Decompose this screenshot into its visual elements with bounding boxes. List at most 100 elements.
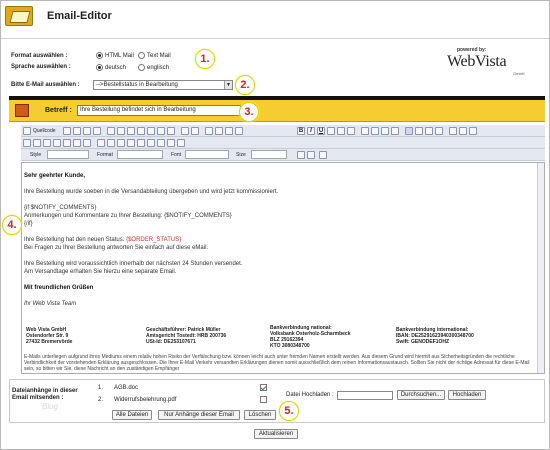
format-select[interactable] bbox=[117, 150, 163, 159]
align-justify-icon[interactable] bbox=[435, 127, 443, 135]
help-icon[interactable] bbox=[319, 151, 327, 159]
select-field-icon[interactable] bbox=[147, 139, 155, 147]
underline-icon[interactable]: U bbox=[317, 127, 325, 135]
upload-button[interactable]: Hochladen bbox=[448, 390, 486, 400]
style-select[interactable] bbox=[47, 150, 89, 159]
delete-button[interactable]: Löschen bbox=[244, 410, 276, 420]
language-englisch-radio[interactable] bbox=[138, 64, 145, 73]
text-color-icon[interactable] bbox=[297, 151, 305, 159]
style-label: Style bbox=[30, 152, 42, 158]
email-editor-window: Email-Editor Format auswählen : HTML Mai… bbox=[0, 0, 550, 450]
background-color-icon[interactable] bbox=[307, 151, 315, 159]
all-files-button[interactable]: Alle Dateien bbox=[112, 410, 152, 420]
align-center-icon[interactable] bbox=[415, 127, 423, 135]
horizontal-rule-icon[interactable] bbox=[53, 139, 61, 147]
if-close: {/if} bbox=[24, 221, 33, 227]
radio-icon[interactable] bbox=[117, 139, 125, 147]
regards: Mit freundlichen Grüßen bbox=[24, 285, 94, 291]
image-icon[interactable] bbox=[23, 139, 31, 147]
paste-word-icon[interactable] bbox=[147, 127, 155, 135]
paste-text-icon[interactable] bbox=[137, 127, 145, 135]
editor-content-area[interactable]: Sehr geehrter Kunde, Ihre Bestellung wur… bbox=[21, 162, 545, 374]
anchor-icon[interactable] bbox=[469, 127, 477, 135]
file-1-index: 1. bbox=[98, 385, 104, 391]
callout-2: 2. bbox=[235, 75, 255, 95]
ordered-list-icon[interactable] bbox=[361, 127, 369, 135]
callout-5: 5. bbox=[279, 401, 299, 421]
subject-input[interactable]: Ihre Bestellung befindet sich in Bearbei… bbox=[77, 105, 241, 116]
upload-file-input[interactable] bbox=[337, 391, 393, 400]
paste-icon[interactable] bbox=[127, 127, 135, 135]
font-select[interactable] bbox=[185, 150, 229, 159]
editor-scrollbar[interactable] bbox=[537, 163, 544, 373]
bold-icon[interactable]: B bbox=[297, 127, 305, 135]
brand-name: WebVista bbox=[447, 53, 507, 70]
format-text-radio[interactable] bbox=[138, 52, 145, 61]
new-page-icon[interactable] bbox=[73, 127, 81, 135]
preview-icon[interactable] bbox=[83, 127, 91, 135]
unlink-icon[interactable] bbox=[459, 127, 467, 135]
webvista-logo: powered by: WebVista GmbH bbox=[441, 47, 541, 77]
align-right-icon[interactable] bbox=[425, 127, 433, 135]
superscript-icon[interactable] bbox=[347, 127, 355, 135]
find-icon[interactable] bbox=[205, 127, 213, 135]
select-all-icon[interactable] bbox=[225, 127, 233, 135]
email-editor-logo-icon bbox=[5, 6, 33, 26]
save-icon[interactable] bbox=[63, 127, 71, 135]
spellcheck-icon[interactable] bbox=[167, 127, 175, 135]
redo-icon[interactable] bbox=[191, 127, 199, 135]
format-html-label: HTML Mail bbox=[105, 53, 134, 59]
cut-icon[interactable] bbox=[107, 127, 115, 135]
subscript-icon[interactable] bbox=[337, 127, 345, 135]
greeting: Sehr geehrter Kunde, bbox=[24, 173, 86, 179]
special-char-icon[interactable] bbox=[73, 139, 81, 147]
source-button[interactable]: Quellcode bbox=[33, 128, 56, 134]
mail-select[interactable]: -->Bestellstatus in Bearbeitung ▼ bbox=[93, 80, 233, 90]
button-field-icon[interactable] bbox=[157, 139, 165, 147]
language-englisch-label: englisch bbox=[147, 65, 170, 71]
indent-icon[interactable] bbox=[391, 127, 399, 135]
table-icon[interactable] bbox=[43, 139, 51, 147]
image-button-icon[interactable] bbox=[167, 139, 175, 147]
editor-toolbar-row-1: Quellcode B I U bbox=[21, 125, 545, 137]
copy-icon[interactable] bbox=[117, 127, 125, 135]
file-2-checkbox[interactable] bbox=[260, 396, 267, 403]
link-icon[interactable] bbox=[449, 127, 457, 135]
unordered-list-icon[interactable] bbox=[371, 127, 379, 135]
size-select[interactable] bbox=[251, 150, 287, 159]
smiley-icon[interactable] bbox=[63, 139, 71, 147]
footer-company-city: 27432 Bremervörde bbox=[26, 339, 73, 345]
file-1-checkbox[interactable] bbox=[260, 384, 267, 391]
file-1-name: AGB.doc bbox=[114, 385, 139, 391]
format-html-radio[interactable] bbox=[96, 52, 103, 61]
hidden-field-icon[interactable] bbox=[177, 139, 185, 147]
form-icon[interactable] bbox=[97, 139, 105, 147]
template-icon[interactable] bbox=[93, 127, 101, 135]
replace-icon[interactable] bbox=[215, 127, 223, 135]
format-label: Format auswählen : bbox=[11, 53, 68, 59]
textfield-icon[interactable] bbox=[127, 139, 135, 147]
undo-icon[interactable] bbox=[181, 127, 189, 135]
paragraph-3b: Am Versandtage erhalten Sie hierzu eine … bbox=[24, 269, 177, 275]
outdent-icon[interactable] bbox=[381, 127, 389, 135]
flash-icon[interactable] bbox=[33, 139, 41, 147]
only-email-attachments-button[interactable]: Nur Anhänge dieser Email bbox=[158, 410, 240, 420]
source-icon[interactable] bbox=[23, 127, 31, 135]
checkbox-icon[interactable] bbox=[107, 139, 115, 147]
italic-icon[interactable]: I bbox=[307, 127, 315, 135]
subject-icon bbox=[15, 104, 29, 117]
file-2-name: Widerrufsbelehrung.pdf bbox=[114, 397, 177, 403]
subject-bar: Betreff : Ihre Bestellung befindet sich … bbox=[9, 100, 545, 122]
align-left-icon[interactable] bbox=[405, 127, 413, 135]
textarea-icon[interactable] bbox=[137, 139, 145, 147]
remove-format-icon[interactable] bbox=[235, 127, 243, 135]
update-button[interactable]: Aktualisieren bbox=[254, 429, 298, 439]
callout-1: 1. bbox=[195, 49, 215, 69]
strikethrough-icon[interactable] bbox=[327, 127, 335, 135]
browse-button[interactable]: Durchsuchen... bbox=[397, 390, 445, 400]
print-icon[interactable] bbox=[157, 127, 165, 135]
brand-suffix: GmbH bbox=[513, 71, 525, 76]
page-title: Email-Editor bbox=[47, 10, 112, 22]
language-deutsch-radio[interactable] bbox=[96, 64, 103, 73]
page-break-icon[interactable] bbox=[83, 139, 91, 147]
